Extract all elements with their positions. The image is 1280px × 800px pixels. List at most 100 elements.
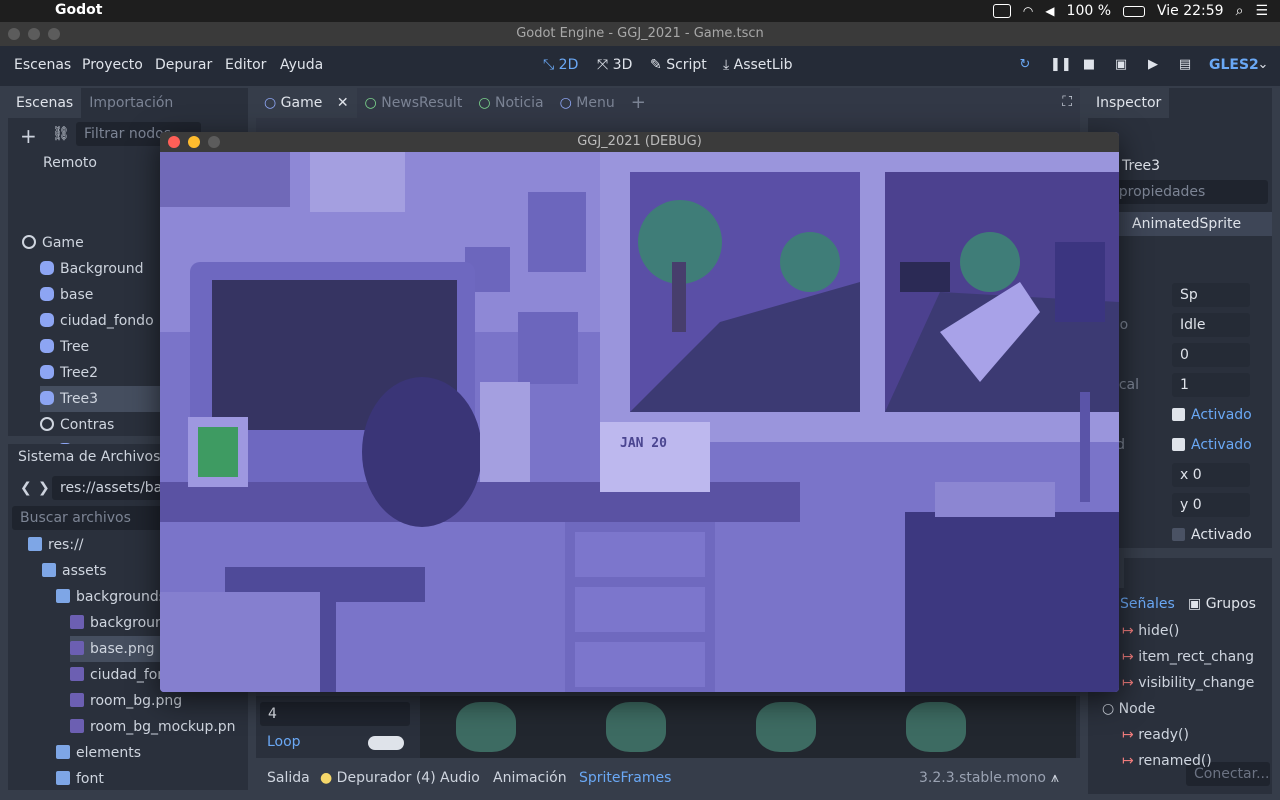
frame-thumb[interactable] <box>606 702 666 752</box>
signal-item[interactable]: ↦ renamed() <box>1122 748 1212 774</box>
tab-noticia[interactable]: ○ Noticia <box>470 88 551 118</box>
inspector-tabs: Inspector <box>1088 88 1170 118</box>
tab-newsresult[interactable]: ○ NewsResult <box>357 88 471 118</box>
tab-inspector[interactable]: Inspector <box>1088 88 1170 118</box>
assetlib-icon: ⤓ <box>723 57 734 73</box>
property-value-text: Sp <box>1180 287 1198 303</box>
tab-spriteframes[interactable]: SpriteFrames <box>579 770 671 786</box>
pin-icon[interactable]: ⩚ <box>1051 770 1059 786</box>
folder-icon <box>42 563 56 577</box>
remote-toggle[interactable]: Remoto <box>43 150 97 176</box>
tab-animacion[interactable]: Animación <box>493 770 567 786</box>
menubar-app-name[interactable]: Godot <box>55 2 102 18</box>
play-scene-icon[interactable]: ▶ <box>1146 58 1160 72</box>
play-custom-icon[interactable]: ▤ <box>1178 58 1192 72</box>
file-item[interactable]: font <box>56 766 248 792</box>
tab-audio[interactable]: Audio <box>440 770 480 786</box>
image-file-icon <box>70 667 84 681</box>
game-close-button[interactable] <box>168 136 180 148</box>
tab-groups[interactable]: ▣ Grupos <box>1188 596 1256 612</box>
tab-game[interactable]: ○ Game ✕ <box>256 88 357 118</box>
status-icon[interactable] <box>992 4 1011 18</box>
property-value[interactable]: Sp <box>1172 283 1250 307</box>
chevron-down-icon[interactable]: ⌄ <box>1256 58 1270 72</box>
file-item[interactable]: elements <box>56 740 248 766</box>
property-value-text: 0 <box>1180 347 1189 363</box>
tab-depurador[interactable]: ● Depurador (4) <box>320 770 436 786</box>
frame-thumb[interactable] <box>906 702 966 752</box>
folder-icon <box>56 771 70 785</box>
signal-item[interactable]: ↦ hide() <box>1122 618 1179 644</box>
property-value[interactable]: y 0 <box>1172 493 1250 517</box>
tab-menu[interactable]: ○ Menu <box>552 88 623 118</box>
menu-escenas[interactable]: Escenas <box>14 57 71 73</box>
add-node-icon[interactable]: + <box>20 124 37 148</box>
checkbox[interactable] <box>1172 408 1185 421</box>
game-minimize-button[interactable] <box>188 136 200 148</box>
file-item[interactable]: room_bg_mockup.pn <box>70 714 248 740</box>
volume-icon[interactable]: ◀ <box>1045 4 1054 18</box>
file-item-label: room_bg.png <box>90 693 183 709</box>
image-file-icon <box>70 719 84 733</box>
game-scene: JAN 20 <box>160 152 1119 692</box>
zoom-window-button[interactable] <box>48 28 60 40</box>
add-tab-icon[interactable]: + <box>623 88 654 118</box>
wifi-icon[interactable]: ◠ <box>1023 4 1033 18</box>
checkbox[interactable] <box>1172 438 1185 451</box>
menu-depurar[interactable]: Depurar <box>155 57 212 73</box>
fullscreen-icon[interactable]: ⛶ <box>1062 94 1072 110</box>
close-tab-icon[interactable]: ✕ <box>337 95 349 111</box>
play-html-icon[interactable]: ▣ <box>1114 58 1128 72</box>
back-icon[interactable]: ❮ <box>20 480 32 496</box>
speed-spinbox[interactable]: 4 <box>260 702 410 726</box>
tab-importacion[interactable]: Importación <box>81 88 181 118</box>
search-icon[interactable]: ⌕ <box>1236 3 1244 19</box>
stop-icon[interactable]: ■ <box>1082 58 1096 72</box>
menu-editor[interactable]: Editor <box>225 57 266 73</box>
property-value[interactable]: Activado <box>1172 433 1262 457</box>
sprite-icon <box>40 339 54 353</box>
signal-group[interactable]: ○ Node <box>1102 696 1155 722</box>
reload-icon[interactable]: ↻ <box>1018 58 1032 72</box>
game-debug-window[interactable]: GGJ_2021 (DEBUG) JAN 20 <box>160 132 1119 692</box>
mode-2d-button[interactable]: ⤡ 2D <box>543 57 578 73</box>
pause-icon[interactable]: ❚❚ <box>1050 58 1072 72</box>
link-icon[interactable]: ⛓ <box>52 126 70 142</box>
minimize-window-button[interactable] <box>28 28 40 40</box>
tab-signals[interactable]: Señales <box>1120 596 1175 612</box>
tab-salida[interactable]: Salida <box>267 770 310 786</box>
renderer-select[interactable]: GLES2 <box>1209 57 1259 73</box>
menu-proyecto[interactable]: Proyecto <box>82 57 143 73</box>
mode-assetlib-button[interactable]: ⤓ AssetLib <box>723 57 792 73</box>
signal-item[interactable]: ↦ visibility_change <box>1122 670 1254 696</box>
signal-icon: ↦ <box>1122 675 1139 691</box>
desk-calendar <box>600 422 710 492</box>
forward-icon[interactable]: ❯ <box>38 480 50 496</box>
game-zoom-button[interactable] <box>208 136 220 148</box>
property-value[interactable]: Idle <box>1172 313 1250 337</box>
checkbox[interactable] <box>1172 528 1185 541</box>
signal-item[interactable]: ↦ ready() <box>1122 722 1189 748</box>
2d-icon: ⤡ <box>543 57 559 73</box>
node-icon: ○ <box>1102 701 1119 717</box>
frame-thumb[interactable] <box>456 702 516 752</box>
property-value[interactable]: Activado <box>1172 403 1262 427</box>
property-value[interactable]: 0 <box>1172 343 1250 367</box>
signal-item[interactable]: ↦ item_rect_chang <box>1122 644 1254 670</box>
mode-script-button[interactable]: ✎ Script <box>650 57 707 73</box>
property-value[interactable]: 1 <box>1172 373 1250 397</box>
mode-3d-button[interactable]: ⤧ 3D <box>597 57 632 73</box>
control-center-icon[interactable]: ☰ <box>1255 3 1268 19</box>
tab-escenas[interactable]: Escenas <box>8 88 82 118</box>
clock-label[interactable]: Vie 22:59 <box>1157 3 1224 19</box>
file-item-label: room_bg_mockup.pn <box>90 719 236 735</box>
node-icon: ○ <box>364 95 382 111</box>
property-value[interactable]: Activado <box>1172 523 1262 547</box>
menu-ayuda[interactable]: Ayuda <box>280 57 323 73</box>
macos-menubar: Godot ◠ ◀ 100 % Vie 22:59 ⌕ ☰ <box>0 0 1280 22</box>
property-value[interactable]: x 0 <box>1172 463 1250 487</box>
close-window-button[interactable] <box>8 28 20 40</box>
property-value-text: 1 <box>1180 377 1189 393</box>
frame-thumb[interactable] <box>756 702 816 752</box>
loop-toggle[interactable] <box>368 736 404 750</box>
